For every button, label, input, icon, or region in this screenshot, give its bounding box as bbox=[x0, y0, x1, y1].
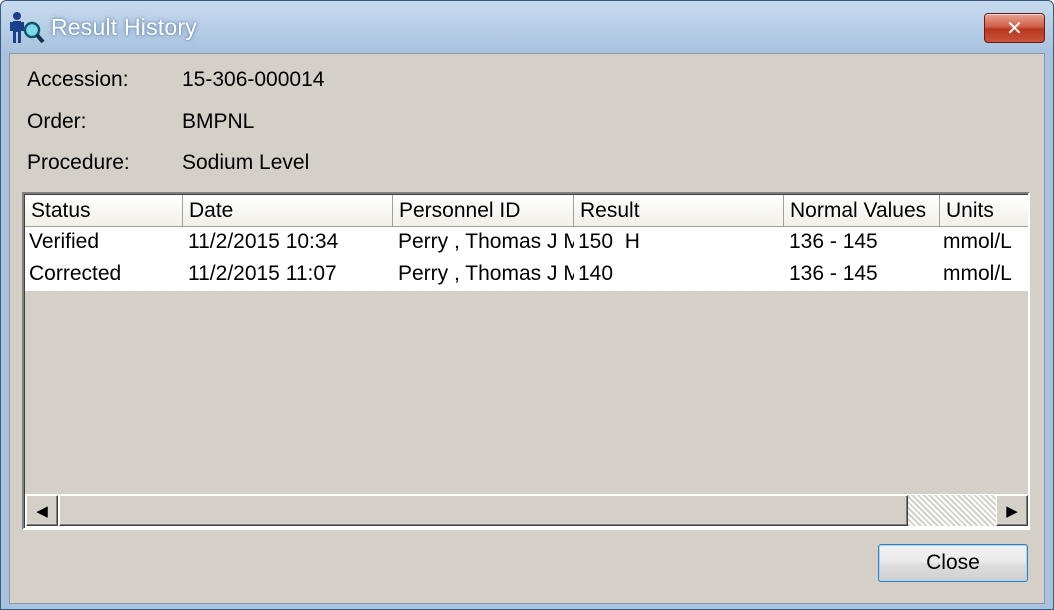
cell-personnel-id: Perry , Thomas J M bbox=[398, 230, 574, 253]
arrow-left-icon: ◀ bbox=[36, 502, 48, 520]
column-header-date[interactable]: Date bbox=[183, 195, 393, 227]
arrow-right-icon: ▶ bbox=[1006, 502, 1018, 520]
column-header-normal-values[interactable]: Normal Values bbox=[784, 195, 940, 227]
close-button[interactable]: Close bbox=[878, 544, 1028, 582]
accession-value: 15-306-000014 bbox=[182, 68, 325, 91]
cell-normal-values: 136 - 145 bbox=[789, 262, 878, 285]
column-header-personnel-id[interactable]: Personnel ID bbox=[393, 195, 574, 227]
cell-status: Verified bbox=[29, 230, 100, 253]
scrollbar-thumb[interactable] bbox=[59, 495, 908, 526]
order-label: Order: bbox=[27, 110, 87, 133]
cell-normal-values: 136 - 145 bbox=[789, 230, 878, 253]
cell-units: mmol/L bbox=[943, 230, 1012, 253]
horizontal-scrollbar[interactable]: ◀ ▶ bbox=[25, 494, 1028, 527]
order-value: BMPNL bbox=[182, 110, 255, 133]
scroll-left-button[interactable]: ◀ bbox=[26, 495, 58, 526]
cell-result: 140 bbox=[578, 262, 614, 285]
list-body: Status Date Personnel ID Result Normal V… bbox=[25, 195, 1028, 495]
column-header-result[interactable]: Result bbox=[574, 195, 784, 227]
column-header-row: Status Date Personnel ID Result Normal V… bbox=[25, 195, 1028, 227]
result-history-list[interactable]: Status Date Personnel ID Result Normal V… bbox=[22, 192, 1030, 530]
scroll-right-button[interactable]: ▶ bbox=[996, 495, 1028, 526]
title-bar[interactable]: Result History ✕ bbox=[1, 1, 1053, 53]
dialog-body: Accession: 15-306-000014 Order: BMPNL Pr… bbox=[9, 53, 1045, 604]
column-header-status[interactable]: Status bbox=[25, 195, 183, 227]
cell-status: Corrected bbox=[29, 262, 122, 285]
cell-date: 11/2/2015 10:34 bbox=[188, 230, 339, 253]
scrollbar-track[interactable] bbox=[908, 495, 996, 526]
person-search-icon bbox=[9, 11, 45, 45]
window-title: Result History bbox=[51, 14, 197, 40]
procedure-value: Sodium Level bbox=[182, 151, 310, 174]
cell-date: 11/2/2015 11:07 bbox=[188, 262, 337, 285]
cell-units: mmol/L bbox=[943, 262, 1012, 285]
table-row[interactable]: Verified 11/2/2015 10:34 Perry , Thomas … bbox=[25, 227, 1028, 259]
accession-label: Accession: bbox=[27, 68, 129, 91]
close-icon: ✕ bbox=[1006, 17, 1023, 40]
result-history-window: Result History ✕ Accession: 15-306-00001… bbox=[0, 0, 1054, 610]
window-close-button[interactable]: ✕ bbox=[984, 13, 1045, 43]
cell-result: 150 H bbox=[578, 230, 640, 253]
procedure-label: Procedure: bbox=[27, 151, 130, 174]
column-header-units[interactable]: Units bbox=[940, 195, 1028, 227]
cell-personnel-id: Perry , Thomas J M bbox=[398, 262, 574, 285]
table-row[interactable]: Corrected 11/2/2015 11:07 Perry , Thomas… bbox=[25, 259, 1028, 291]
